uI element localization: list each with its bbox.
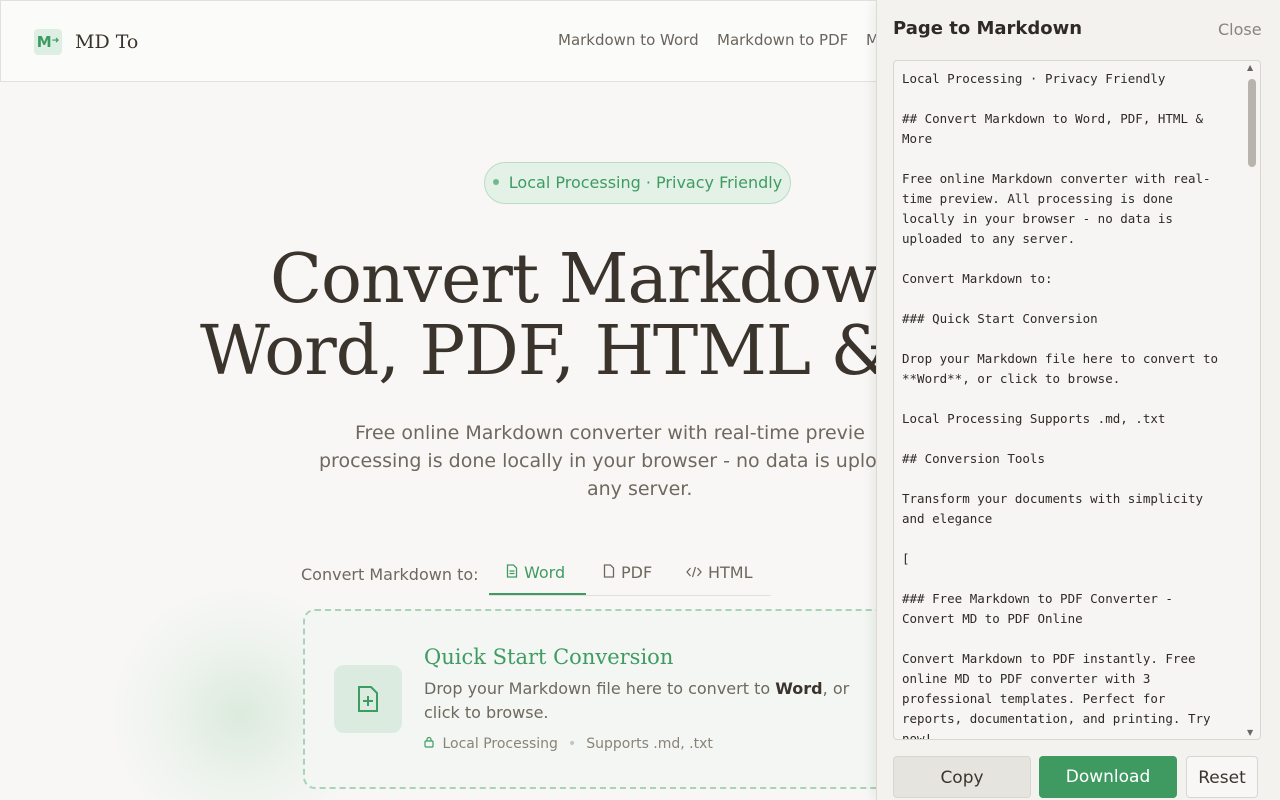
markdown-output-textarea[interactable]: Local Processing · Privacy Friendly ## C… bbox=[893, 60, 1261, 740]
tabs-divider bbox=[489, 595, 771, 596]
tab-pdf[interactable]: PDF bbox=[603, 563, 652, 582]
scroll-down-icon[interactable]: ▼ bbox=[1247, 728, 1253, 737]
logo-text[interactable]: MD To bbox=[75, 31, 138, 53]
active-tab-indicator bbox=[489, 593, 586, 595]
hero-subtitle-line-3: any server. bbox=[587, 478, 693, 500]
add-file-icon[interactable] bbox=[334, 665, 402, 733]
scroll-up-icon[interactable]: ▲ bbox=[1247, 63, 1253, 72]
panel-title: Page to Markdown bbox=[893, 18, 1083, 39]
close-button[interactable]: Close bbox=[1218, 20, 1262, 39]
privacy-badge: Local Processing · Privacy Friendly bbox=[484, 162, 791, 204]
document-icon bbox=[506, 564, 518, 582]
hero-title-line-2: Word, PDF, HTML & bbox=[200, 312, 891, 391]
markdown-output-text: Local Processing · Privacy Friendly ## C… bbox=[902, 71, 1219, 740]
markdown-side-panel: Page to Markdown Close Local Processing … bbox=[876, 0, 1280, 800]
dropzone-title: Quick Start Conversion bbox=[424, 645, 674, 669]
download-button[interactable]: Download bbox=[1039, 756, 1177, 798]
status-dot-icon bbox=[492, 178, 499, 185]
hero-subtitle-line-1: Free online Markdown converter with real… bbox=[355, 422, 865, 444]
dropzone-description: Drop your Markdown file here to convert … bbox=[424, 679, 850, 722]
copy-button[interactable]: Copy bbox=[893, 756, 1031, 798]
textarea-scrollbar[interactable]: ▲ ▼ bbox=[1246, 63, 1258, 737]
file-icon bbox=[603, 564, 615, 582]
lock-icon bbox=[424, 736, 438, 752]
logo-icon[interactable]: M➜ bbox=[34, 29, 62, 55]
hero-subtitle-line-2: processing is done locally in your brows… bbox=[319, 450, 877, 472]
nav-markdown-to-word[interactable]: Markdown to Word bbox=[558, 31, 699, 49]
reset-button[interactable]: Reset bbox=[1186, 756, 1258, 798]
meta-separator: • bbox=[567, 736, 577, 752]
nav-markdown-to-pdf[interactable]: Markdown to PDF bbox=[717, 31, 848, 49]
hero-title-line-1: Convert Markdow bbox=[270, 240, 879, 319]
tab-html[interactable]: HTML bbox=[686, 563, 753, 582]
scrollbar-thumb[interactable] bbox=[1248, 79, 1256, 167]
convert-to-label: Convert Markdown to: bbox=[301, 565, 479, 584]
dropzone-meta: Local Processing • Supports .md, .txt bbox=[424, 736, 713, 752]
code-icon bbox=[686, 566, 702, 582]
tab-word[interactable]: Word bbox=[506, 563, 565, 582]
